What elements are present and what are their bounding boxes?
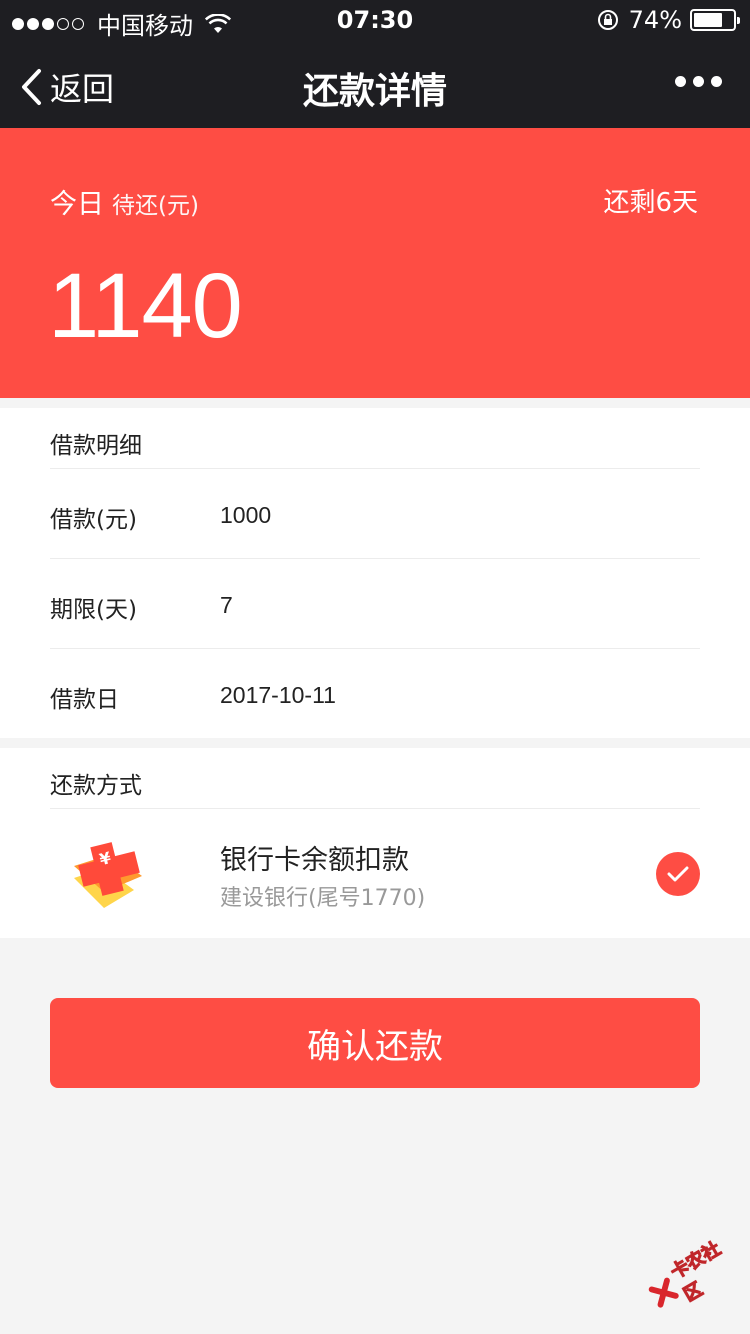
loan-details-title: 借款明细: [50, 433, 142, 459]
nav-bar: 返回 还款详情: [0, 40, 750, 128]
confirm-repayment-button[interactable]: 确认还款: [50, 998, 700, 1088]
bank-card-icon: ¥: [74, 842, 142, 908]
today-label: 今日: [50, 189, 104, 220]
due-label: 今日 待还(元): [50, 182, 199, 221]
loan-amount-label: 借款(元): [50, 507, 137, 533]
loan-term-label: 期限(天): [50, 597, 137, 623]
loan-date-value: 2017-10-11: [220, 682, 336, 708]
divider: [50, 648, 700, 649]
days-remaining: 还剩6天: [603, 188, 698, 218]
battery-percent: 74%: [628, 6, 682, 34]
payment-method-card: 还款方式 ¥ 银行卡余额扣款 建设银行(尾号1770): [0, 748, 750, 938]
checkmark-icon: [667, 866, 689, 882]
status-bar: 中国移动 07:30 74%: [0, 0, 750, 40]
payment-method-name: 银行卡余额扣款: [220, 845, 409, 876]
selected-check-icon[interactable]: [656, 852, 700, 896]
divider: [50, 808, 700, 809]
divider: [50, 558, 700, 559]
confirm-button-label: 确认还款: [307, 1026, 443, 1067]
rotation-lock-icon: [597, 10, 618, 30]
due-sub-label: 待还(元): [112, 193, 199, 219]
payment-bank-info: 建设银行(尾号1770): [220, 886, 426, 911]
page-title: 还款详情: [302, 71, 447, 112]
divider: [50, 468, 700, 469]
amount-due: 1140: [48, 255, 243, 357]
amount-due-header: 今日 待还(元) 还剩6天 1140: [0, 128, 750, 398]
watermark: 卡农社区: [638, 1223, 750, 1325]
loan-amount-value: 1000: [220, 502, 272, 528]
loan-date-label: 借款日: [50, 687, 119, 713]
loan-details-card: 借款明细 借款(元) 1000 期限(天) 7 借款日 2017-10-11: [0, 408, 750, 738]
more-dots-icon[interactable]: [668, 76, 722, 87]
battery-icon: [690, 9, 740, 31]
payment-method-title: 还款方式: [50, 773, 142, 799]
battery-fill: [694, 13, 723, 27]
status-right: 74%: [597, 6, 740, 34]
loan-term-value: 7: [220, 592, 233, 618]
